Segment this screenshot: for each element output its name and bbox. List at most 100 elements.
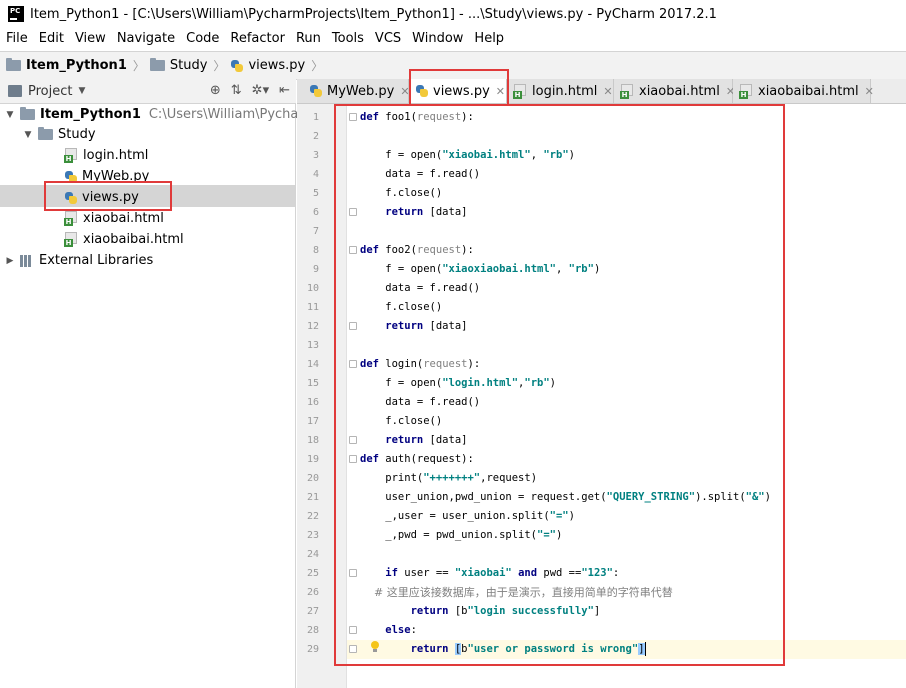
python-file-icon [415, 84, 429, 98]
code-editor[interactable]: 1 2 3 4 5 6 7 8 9 10 11 12 13 14 15 16 1… [297, 104, 906, 688]
fold-marker-icon[interactable] [349, 360, 357, 368]
code-line: f = open("login.html","rb") [360, 377, 556, 389]
collapse-all-icon[interactable]: ⇅ [231, 83, 242, 98]
locate-icon[interactable]: ⊕ [210, 83, 221, 98]
fold-marker-icon[interactable] [349, 246, 357, 254]
tab-myweb-py[interactable]: MyWeb.py ✕ [297, 79, 410, 103]
fold-marker-icon[interactable] [349, 626, 357, 634]
line-number: 21 [306, 492, 319, 503]
python-file-icon [230, 59, 244, 73]
line-number: 9 [312, 264, 319, 275]
line-number: 22 [306, 511, 319, 522]
tab-xiaobaibai-html[interactable]: H xiaobaibai.html ✕ [733, 79, 874, 103]
tree-item-external-libraries[interactable]: ▶ External Libraries [4, 250, 154, 271]
fold-marker-icon[interactable] [349, 322, 357, 330]
tree-item-label: xiaobai.html [83, 211, 164, 226]
menu-view[interactable]: View [69, 28, 111, 50]
fold-marker-icon[interactable] [349, 455, 357, 463]
code-line: user_union,pwd_union = request.get("QUER… [360, 491, 771, 503]
code-line: def foo2(request): [360, 244, 474, 256]
chevron-down-icon[interactable]: ▼ [4, 110, 16, 120]
line-number: 15 [306, 378, 319, 389]
line-number: 12 [306, 321, 319, 332]
line-number: 8 [312, 245, 319, 256]
tree-item-myweb-py[interactable]: MyWeb.py [64, 166, 149, 187]
project-panel-title[interactable]: Project [28, 84, 72, 99]
tree-item-label: xiaobaibai.html [83, 232, 184, 247]
chevron-right-icon[interactable]: ▶ [4, 256, 16, 266]
menu-help[interactable]: Help [468, 28, 509, 50]
gear-icon[interactable]: ✲▾ [252, 83, 269, 98]
fold-marker-icon[interactable] [349, 436, 357, 444]
code-line: f = open("xiaoxiaobai.html", "rb") [360, 263, 601, 275]
tab-login-html[interactable]: H login.html ✕ [507, 79, 614, 103]
html-file-icon: H [620, 83, 634, 99]
menu-code[interactable]: Code [180, 28, 224, 50]
line-number: 28 [306, 625, 319, 636]
line-number: 25 [306, 568, 319, 579]
fold-marker-icon[interactable] [349, 645, 357, 653]
folder-icon [149, 58, 165, 71]
code-line: return [data] [360, 320, 468, 332]
tree-item-study[interactable]: ▼ Study [22, 124, 96, 145]
tab-label: xiaobai.html [639, 83, 720, 99]
breadcrumb-file[interactable]: views.py [230, 58, 305, 73]
breadcrumb-study-label: Study [169, 58, 208, 73]
tree-item-label: views.py [82, 190, 139, 205]
tree-item-views-py[interactable]: views.py [64, 187, 139, 208]
breadcrumb-project-label: Item_Python1 [26, 58, 127, 73]
menu-vcs[interactable]: VCS [369, 28, 406, 50]
tab-label: MyWeb.py [327, 83, 395, 99]
tree-item-login-html[interactable]: H login.html [64, 145, 148, 166]
fold-marker-icon[interactable] [349, 208, 357, 216]
tree-item-xiaobai-html[interactable]: H xiaobai.html [64, 208, 164, 229]
code-line: _,pwd = pwd_union.split("=") [360, 529, 563, 541]
close-icon[interactable]: ✕ [496, 85, 505, 98]
menu-bar: File Edit View Navigate Code Refactor Ru… [0, 28, 906, 50]
chevron-down-icon[interactable]: ▼ [78, 86, 85, 96]
python-file-icon [309, 84, 323, 98]
breadcrumb-study[interactable]: Study [149, 58, 208, 73]
menu-tools[interactable]: Tools [326, 28, 369, 50]
code-line: return [b"user or password is wrong"] [360, 642, 646, 656]
close-icon[interactable]: ✕ [603, 85, 612, 98]
python-file-icon [64, 191, 78, 205]
tree-item-xiaobaibai-html[interactable]: H xiaobaibai.html [64, 229, 184, 250]
folder-icon [20, 107, 35, 120]
tab-xiaobai-html[interactable]: H xiaobai.html ✕ [614, 79, 735, 103]
line-number: 4 [312, 169, 319, 180]
menu-window[interactable]: Window [406, 28, 468, 50]
menu-refactor[interactable]: Refactor [224, 28, 290, 50]
tab-views-py[interactable]: views.py ✕ [409, 79, 507, 103]
chevron-down-icon[interactable]: ▼ [22, 130, 34, 140]
fold-marker-icon[interactable] [349, 569, 357, 577]
close-icon[interactable]: ✕ [865, 85, 874, 98]
code-line: def login(request): [360, 358, 481, 370]
code-line: data = f.read() [360, 168, 481, 180]
line-number: 6 [312, 207, 319, 218]
code-line: f.close() [360, 415, 443, 427]
line-number: 24 [306, 549, 319, 560]
text-caret [644, 642, 646, 656]
hide-panel-icon[interactable]: ⇤ [279, 83, 290, 98]
python-file-icon [64, 170, 78, 184]
html-file-icon: H [513, 83, 527, 99]
code-line: data = f.read() [360, 282, 481, 294]
tab-label: views.py [433, 83, 490, 99]
window-title: Item_Python1 - [C:\Users\William\Pycharm… [30, 6, 717, 22]
code-line: f.close() [360, 187, 443, 199]
line-number: 2 [312, 131, 319, 142]
code-line: f = open("xiaobai.html", "rb") [360, 149, 575, 161]
fold-marker-icon[interactable] [349, 113, 357, 121]
line-number: 1 [312, 112, 319, 123]
code-line: return [b"login successfully"] [360, 605, 601, 617]
line-number: 10 [306, 283, 319, 294]
menu-edit[interactable]: Edit [33, 28, 69, 50]
menu-run[interactable]: Run [290, 28, 326, 50]
menu-navigate[interactable]: Navigate [111, 28, 180, 50]
line-number: 29 [306, 644, 319, 655]
menu-file[interactable]: File [0, 28, 33, 50]
line-number: 26 [306, 587, 319, 598]
breadcrumb-project[interactable]: Item_Python1 [6, 58, 127, 73]
code-line: data = f.read() [360, 396, 481, 408]
